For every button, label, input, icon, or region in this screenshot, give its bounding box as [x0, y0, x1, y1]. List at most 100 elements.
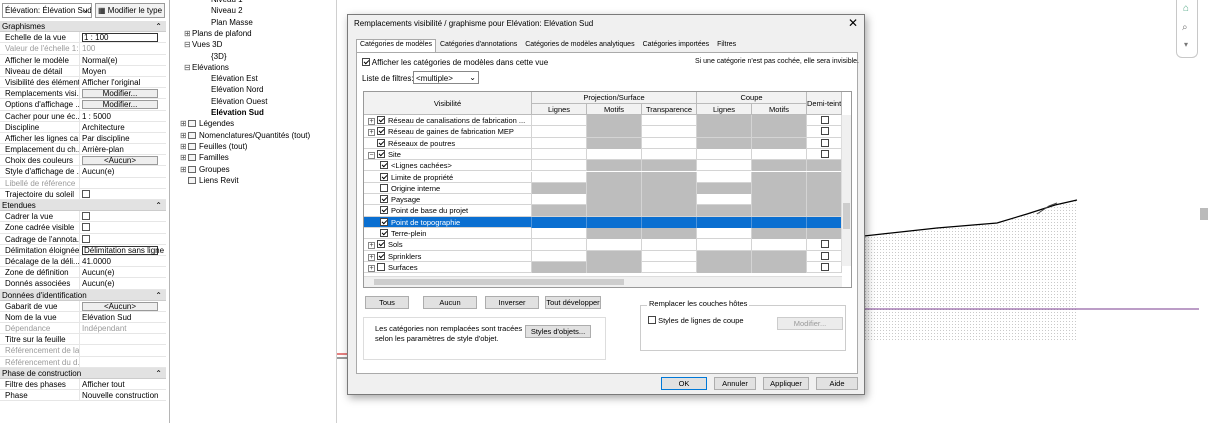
override-cell[interactable]: [532, 239, 587, 251]
section-header[interactable]: Etendues ⌃: [0, 200, 166, 212]
tab-categories-de-modeles[interactable]: Catégories de modèles: [356, 39, 436, 53]
table-row[interactable]: + Sols: [364, 239, 842, 251]
tab-categories-importees[interactable]: Catégories importées: [639, 39, 714, 52]
table-row[interactable]: Point de topographie: [364, 216, 842, 228]
expand-toggle-icon[interactable]: ⊞: [180, 119, 188, 129]
section-header[interactable]: Phase de construction ⌃: [0, 367, 166, 379]
property-value[interactable]: Arrière-plan: [80, 144, 166, 154]
halftone-checkbox[interactable]: [821, 251, 829, 260]
select-all-button[interactable]: Tous: [365, 296, 409, 309]
override-cell[interactable]: [697, 194, 752, 206]
override-cell[interactable]: [532, 126, 587, 138]
override-cell[interactable]: [642, 148, 697, 160]
browser-item-familles[interactable]: ⊞ Familles: [180, 153, 229, 163]
collapse-icon[interactable]: ⌃: [155, 368, 162, 379]
property-value[interactable]: [80, 211, 166, 221]
override-cell[interactable]: [752, 148, 807, 160]
override-cell[interactable]: [532, 194, 587, 206]
browser-item-3d[interactable]: {3D}: [211, 52, 227, 62]
grid-horizontal-scrollbar[interactable]: [364, 276, 842, 287]
show-categories-checkbox[interactable]: Afficher les catégories de modèles dans …: [362, 58, 548, 67]
property-input[interactable]: 1 : 100: [82, 33, 158, 43]
property-button[interactable]: Modifier...: [82, 100, 158, 110]
tab-filtres[interactable]: Filtres: [713, 39, 740, 52]
section-header[interactable]: Graphismes ⌃: [0, 21, 166, 33]
expand-toggle-icon[interactable]: ⊞: [184, 29, 192, 39]
expand-all-button[interactable]: Tout développer: [545, 296, 601, 309]
property-value[interactable]: [80, 222, 166, 232]
override-cell[interactable]: [642, 239, 697, 251]
expand-toggle-icon[interactable]: ⊞: [180, 153, 188, 163]
override-cell[interactable]: [697, 160, 752, 172]
property-value[interactable]: 41.0000: [80, 256, 166, 266]
halftone-checkbox[interactable]: [821, 262, 829, 271]
expand-toggle-icon[interactable]: ⊞: [180, 142, 188, 152]
override-cell[interactable]: [642, 115, 697, 126]
halftone-checkbox[interactable]: [821, 127, 829, 136]
apply-button[interactable]: Appliquer: [763, 377, 809, 390]
tab-categories-d-annotations[interactable]: Catégories d'annotations: [436, 39, 521, 52]
browser-item-plan-masse[interactable]: Plan Masse: [211, 18, 253, 28]
invert-button[interactable]: Inverser: [485, 296, 539, 309]
property-value[interactable]: <Aucun>: [80, 301, 166, 311]
override-cell[interactable]: [532, 250, 587, 262]
property-value[interactable]: 1 : 5000: [80, 111, 166, 121]
host-modify-button[interactable]: Modifier...: [777, 317, 843, 330]
table-row[interactable]: − Site: [364, 148, 842, 161]
browser-item-elevations[interactable]: ⊟Elévations: [184, 63, 229, 73]
property-value[interactable]: Afficher l'original: [80, 77, 166, 87]
grid-vertical-scrollbar[interactable]: [841, 115, 851, 266]
browser-item-nomenclatures-quantites-tout[interactable]: ⊞ Nomenclatures/Quantités (tout): [180, 131, 310, 141]
override-cell[interactable]: [532, 115, 587, 126]
property-value[interactable]: Modifier...: [80, 99, 166, 110]
property-value[interactable]: Nouvelle construction: [80, 390, 166, 400]
override-cell[interactable]: [532, 148, 587, 160]
property-button[interactable]: <Aucun>: [82, 156, 158, 166]
type-selector[interactable]: Élévation: Élévation Sud ⌄: [2, 3, 92, 18]
expand-toggle-icon[interactable]: ⊟: [184, 63, 192, 73]
edit-type-button[interactable]: ▦ Modifier le type: [95, 3, 165, 18]
expand-toggle-icon[interactable]: ⊞: [180, 165, 188, 175]
override-cell[interactable]: [697, 239, 752, 251]
override-cell[interactable]: [532, 171, 587, 183]
override-cell[interactable]: [532, 228, 587, 239]
table-row[interactable]: Origine interne: [364, 182, 842, 195]
override-cell[interactable]: [697, 228, 752, 239]
expand-toggle-icon[interactable]: ⊟: [184, 40, 192, 50]
header-visibility[interactable]: Visibilité: [364, 92, 532, 115]
property-value[interactable]: Elévation Sud: [80, 312, 166, 322]
property-button[interactable]: <Aucun>: [82, 301, 158, 311]
property-checkbox[interactable]: [82, 234, 90, 243]
property-value[interactable]: [80, 189, 166, 199]
table-row[interactable]: + Surfaces: [364, 261, 842, 274]
browser-item-elevation-sud[interactable]: Elévation Sud: [211, 108, 264, 118]
object-styles-button[interactable]: Styles d'objets...: [525, 325, 591, 338]
viewcube-icon[interactable]: ⌂: [1183, 3, 1189, 14]
table-row[interactable]: Point de base du projet: [364, 205, 842, 217]
property-value[interactable]: Aucun(e): [80, 278, 166, 288]
table-row[interactable]: + Sprinklers: [364, 250, 842, 262]
property-value[interactable]: <Aucun>: [80, 155, 166, 166]
table-row[interactable]: <Lignes cachées>: [364, 160, 842, 172]
help-button[interactable]: Aide: [816, 377, 858, 390]
override-cell[interactable]: [642, 261, 697, 273]
browser-item-elevation-est[interactable]: Elévation Est: [211, 74, 258, 84]
browser-item-vues-3d[interactable]: ⊟Vues 3D: [184, 40, 222, 50]
browser-item-feuilles-tout[interactable]: ⊞ Feuilles (tout): [180, 142, 247, 152]
zoom-icon[interactable]: ⌕: [1182, 22, 1188, 33]
property-checkbox[interactable]: [82, 223, 90, 232]
property-value[interactable]: [80, 234, 166, 244]
property-value[interactable]: Afficher tout: [80, 379, 166, 389]
property-value[interactable]: [80, 334, 166, 344]
override-cell[interactable]: [532, 160, 587, 172]
section-header[interactable]: Données d'identification ⌃: [0, 289, 166, 301]
property-value[interactable]: 1 : 100: [80, 32, 166, 43]
table-row[interactable]: Limite de propriété: [364, 171, 842, 183]
override-cell[interactable]: [642, 137, 697, 149]
override-cell[interactable]: [532, 137, 587, 149]
browser-item-elevation-nord[interactable]: Elévation Nord: [211, 85, 263, 95]
select-none-button[interactable]: Aucun: [423, 296, 477, 309]
property-input[interactable]: Délimitation sans ligne: [82, 245, 164, 255]
browser-item-plans-de-plafond[interactable]: ⊞Plans de plafond: [184, 29, 252, 39]
halftone-checkbox[interactable]: [821, 240, 829, 249]
